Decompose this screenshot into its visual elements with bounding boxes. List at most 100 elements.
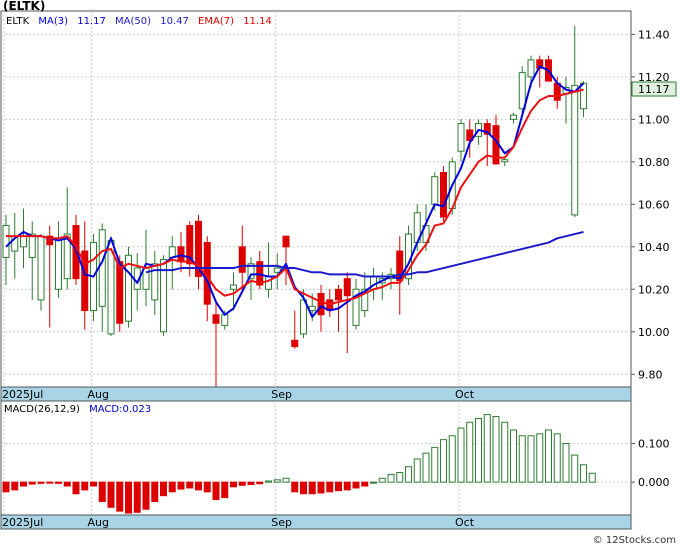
macd-bar-negative bbox=[326, 481, 334, 493]
x-axis-label: 2025Jul bbox=[2, 516, 43, 529]
macd-bar-positive bbox=[273, 479, 281, 483]
macd-bar-positive bbox=[466, 421, 474, 483]
macd-bar-positive bbox=[396, 471, 404, 483]
macd-bar-positive bbox=[387, 473, 395, 483]
candle-up bbox=[308, 305, 316, 312]
macd-bar-positive bbox=[545, 429, 552, 483]
macd-bar-negative bbox=[116, 481, 124, 512]
x-axis-label: Oct bbox=[455, 516, 475, 529]
legend-ma50-label: MA(50) bbox=[115, 16, 151, 27]
macd-bar-negative bbox=[186, 481, 194, 489]
macd-bar-positive bbox=[413, 458, 421, 483]
macd-bar-negative bbox=[168, 481, 176, 493]
candle-down bbox=[317, 293, 325, 316]
macd-bar-positive bbox=[440, 439, 447, 483]
macd-bar-negative bbox=[98, 481, 106, 502]
macd-bar-positive bbox=[588, 472, 596, 483]
candle-up bbox=[273, 267, 281, 273]
price-y-tick-label: 9.80 bbox=[638, 368, 663, 381]
macd-bar-negative bbox=[230, 481, 237, 488]
macd-bar-negative bbox=[203, 481, 211, 493]
macd-bar-positive bbox=[448, 435, 456, 483]
candle-up bbox=[501, 159, 509, 163]
macd-bar-negative bbox=[343, 481, 351, 491]
macd-bar-negative bbox=[90, 481, 97, 487]
macd-bar-positive bbox=[518, 435, 526, 483]
ticker-title: (ELTK) bbox=[3, 0, 45, 13]
macd-bar-positive bbox=[457, 427, 465, 483]
candle-up bbox=[580, 82, 587, 110]
macd-bar-positive bbox=[536, 433, 544, 483]
macd-bar-positive bbox=[405, 466, 412, 483]
macd-bar-positive bbox=[378, 477, 386, 483]
candle-up bbox=[98, 229, 106, 307]
macd-y-tick-label: 0.100 bbox=[638, 438, 670, 451]
macd-bar-positive bbox=[492, 415, 500, 483]
candle-up bbox=[2, 225, 10, 258]
macd-bar-negative bbox=[2, 481, 10, 493]
macd-bar-positive bbox=[422, 452, 430, 483]
macd-bar-negative bbox=[352, 481, 360, 489]
x-axis-label: Oct bbox=[455, 388, 475, 401]
legend-ma50-value: 10.47 bbox=[160, 16, 189, 27]
macd-bar-negative bbox=[317, 481, 325, 494]
candle-up bbox=[28, 233, 36, 258]
legend-ema7-label: EMA(7) bbox=[198, 16, 234, 27]
macd-legend-value: MACD:0.023 bbox=[89, 404, 151, 415]
candle-down bbox=[440, 171, 447, 218]
macd-bar-negative bbox=[125, 481, 132, 514]
chart-canvas: 9.8010.0010.2010.4010.6010.8011.0011.201… bbox=[0, 0, 677, 546]
watermark: © 12Stocks.com bbox=[593, 535, 676, 546]
macd-bar-positive bbox=[510, 429, 517, 483]
macd-bar-negative bbox=[308, 481, 316, 495]
candle-up bbox=[510, 114, 517, 120]
macd-bar-positive bbox=[370, 481, 377, 484]
macd-bar-negative bbox=[195, 481, 202, 491]
candle-up bbox=[37, 235, 45, 301]
macd-bar-positive bbox=[501, 421, 509, 483]
price-y-tick-label: 10.00 bbox=[638, 326, 670, 339]
candle-up bbox=[168, 246, 176, 258]
candle-up bbox=[518, 72, 526, 110]
price-y-tick-label: 10.80 bbox=[638, 156, 670, 169]
x-axis-label: 2025Jul bbox=[2, 388, 43, 401]
legend-ma3-label: MA(3) bbox=[38, 16, 68, 27]
candle-down bbox=[335, 288, 342, 301]
macd-bar-negative bbox=[151, 481, 159, 502]
candle-down bbox=[343, 278, 351, 297]
macd-bar-negative bbox=[133, 481, 141, 513]
macd-bar-negative bbox=[46, 481, 54, 484]
macd-bar-negative bbox=[291, 481, 299, 493]
macd-bar-negative bbox=[55, 481, 62, 484]
macd-bar-positive bbox=[553, 433, 561, 483]
macd-bar-negative bbox=[247, 481, 255, 485]
macd-bar-negative bbox=[37, 481, 45, 484]
macd-bar-positive bbox=[265, 480, 272, 483]
macd-legend-label: MACD(26,12,9) bbox=[4, 404, 80, 415]
macd-bar-negative bbox=[81, 481, 89, 491]
macd-bar-negative bbox=[72, 481, 80, 495]
candle-up bbox=[431, 176, 439, 205]
legend-ema7-value: 11.14 bbox=[243, 16, 272, 27]
candle-up bbox=[300, 299, 307, 335]
macd-bar-negative bbox=[20, 481, 27, 487]
price-tag: 11.17 bbox=[631, 81, 677, 97]
price-y-axis: 9.8010.0010.2010.4010.6010.8011.0011.201… bbox=[631, 28, 670, 381]
candle-up bbox=[265, 276, 272, 290]
macd-legend: MACD(26,12,9) MACD:0.023 bbox=[4, 404, 151, 415]
macd-bar-negative bbox=[335, 481, 342, 492]
macd-bar-negative bbox=[221, 481, 229, 499]
candle-up bbox=[457, 123, 465, 152]
candle-down bbox=[291, 339, 299, 348]
candle-up bbox=[20, 235, 27, 248]
macd-bar-negative bbox=[177, 481, 185, 490]
x-axis-label: Aug bbox=[88, 388, 109, 401]
macd-bar-negative bbox=[28, 481, 36, 485]
price-y-tick-label: 10.40 bbox=[638, 241, 670, 254]
candle-down bbox=[282, 235, 290, 248]
x-axis-label: Sep bbox=[271, 388, 292, 401]
x-axis-label: Sep bbox=[271, 516, 292, 529]
macd-bar-positive bbox=[431, 446, 439, 483]
candle-down bbox=[238, 246, 246, 273]
price-y-tick-label: 10.20 bbox=[638, 283, 670, 296]
